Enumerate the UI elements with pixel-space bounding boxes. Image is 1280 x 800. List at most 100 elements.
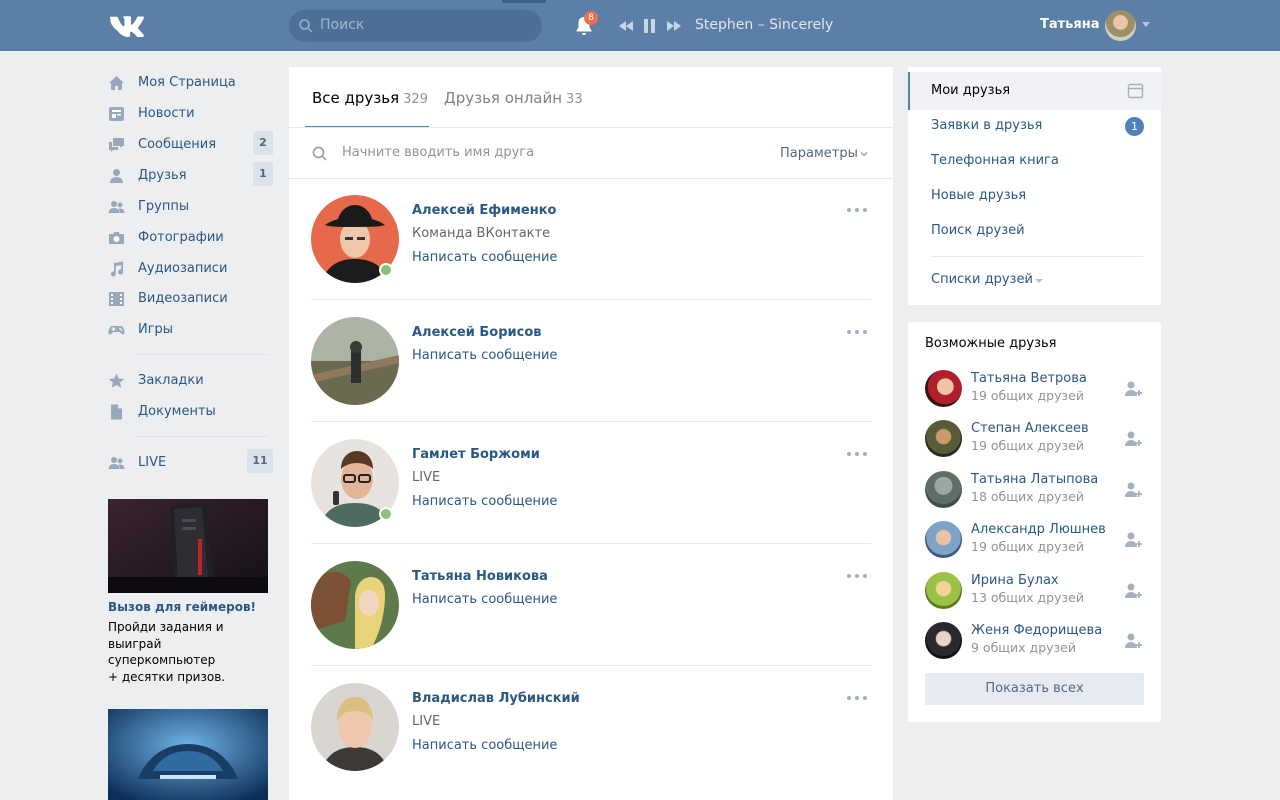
mutual-friends[interactable]: 19 общих друзей <box>971 539 1084 554</box>
mutual-friends[interactable]: 13 общих друзей <box>971 590 1084 605</box>
ad-title[interactable]: Вызов для геймеров! <box>108 600 256 614</box>
sidebar-item-my-page[interactable]: Моя Страница <box>108 69 273 97</box>
chevron-down-icon[interactable] <box>1142 22 1150 27</box>
sidebar-item-live[interactable]: LIVE 11 <box>108 449 273 477</box>
friend-avatar[interactable] <box>311 683 399 771</box>
menu-my-friends[interactable]: Мои друзья <box>931 83 1010 98</box>
avatar[interactable] <box>925 370 962 407</box>
write-message-link[interactable]: Написать сообщение <box>412 348 557 363</box>
vk-logo-icon[interactable] <box>108 13 146 39</box>
menu-new-friends[interactable]: Новые друзья <box>931 188 1026 203</box>
calendar-icon[interactable] <box>1127 82 1144 99</box>
sidebar-divider <box>136 436 268 437</box>
write-message-link[interactable]: Написать сообщение <box>412 592 557 607</box>
possible-friend-name[interactable]: Женя Федорищева <box>971 623 1102 638</box>
more-icon[interactable] <box>846 695 868 701</box>
friend-name[interactable]: Алексей Борисов <box>412 325 542 340</box>
more-icon[interactable] <box>846 573 868 579</box>
friend-name[interactable]: Алексей Ефименко <box>412 203 556 218</box>
sidebar-item-label: Аудиозаписи <box>138 261 228 276</box>
sidebar-item-friends[interactable]: Друзья 1 <box>108 162 273 190</box>
sidebar-item-audio[interactable]: Аудиозаписи <box>108 255 273 283</box>
now-playing-track[interactable]: Stephen – Sincerely <box>695 17 833 33</box>
sidebar-item-news[interactable]: Новости <box>108 100 273 128</box>
avatar[interactable] <box>925 471 962 508</box>
user-name[interactable]: Татьяна <box>1040 17 1100 32</box>
write-message-link[interactable]: Написать сообщение <box>412 250 557 265</box>
tab-friends-online[interactable]: Друзья онлайн 33 <box>444 89 583 107</box>
avatar[interactable] <box>925 572 962 609</box>
friends-count-badge: 1 <box>253 162 273 186</box>
ad-car[interactable] <box>108 709 268 800</box>
sidebar-item-games[interactable]: Игры <box>108 316 273 344</box>
mutual-friends[interactable]: 19 общих друзей <box>971 388 1084 403</box>
sidebar-item-messages[interactable]: Сообщения 2 <box>108 131 273 159</box>
add-friend-icon[interactable] <box>1124 430 1143 448</box>
possible-friend-name[interactable]: Александр Люшнев <box>971 522 1106 537</box>
possible-friend-name[interactable]: Ирина Булах <box>971 573 1059 588</box>
notifications-badge: 8 <box>584 11 598 25</box>
mutual-friends[interactable]: 18 общих друзей <box>971 489 1084 504</box>
add-friend-icon[interactable] <box>1124 632 1143 650</box>
avatar[interactable] <box>925 420 962 457</box>
add-friend-icon[interactable] <box>1124 380 1143 398</box>
possible-friend: Ирина Булах 13 общих друзей <box>925 572 1150 612</box>
add-friend-icon[interactable] <box>1124 481 1143 499</box>
pause-icon[interactable] <box>641 16 657 36</box>
mutual-friends[interactable]: 19 общих друзей <box>971 438 1084 453</box>
more-icon[interactable] <box>846 207 868 213</box>
avatar[interactable] <box>925 622 962 659</box>
chevron-down-icon[interactable] <box>860 150 868 158</box>
possible-friend-name[interactable]: Татьяна Латыпова <box>971 472 1098 487</box>
friend-avatar[interactable] <box>311 317 399 405</box>
ad-text: Пройди задания и выиграй суперкомпьютер … <box>108 619 273 685</box>
friend-name[interactable]: Татьяна Новикова <box>412 569 548 584</box>
possible-friends-title: Возможные друзья <box>925 336 1057 351</box>
sidebar-item-video[interactable]: Видеозаписи <box>108 285 273 313</box>
chevron-down-icon[interactable] <box>1035 279 1043 283</box>
add-friend-icon[interactable] <box>1124 531 1143 549</box>
sidebar-item-photos[interactable]: Фотографии <box>108 224 273 252</box>
next-icon[interactable] <box>666 16 682 36</box>
possible-friend-name[interactable]: Степан Алексеев <box>971 421 1089 436</box>
sidebar-item-groups[interactable]: Группы <box>108 193 273 221</box>
friend-avatar[interactable] <box>311 561 399 649</box>
write-message-link[interactable]: Написать сообщение <box>412 738 557 753</box>
possible-friend: Степан Алексеев 19 общих друзей <box>925 420 1150 460</box>
mutual-friends[interactable]: 9 общих друзей <box>971 640 1076 655</box>
sidebar-item-label: Моя Страница <box>138 75 236 90</box>
sidebar-item-documents[interactable]: Документы <box>108 398 273 426</box>
friend-name[interactable]: Владислав Лубинский <box>412 691 580 706</box>
sidebar-item-bookmarks[interactable]: Закладки <box>108 367 273 395</box>
friend-search-input[interactable]: Начните вводить имя друга <box>342 145 534 160</box>
gamepad-icon <box>108 326 125 335</box>
sidebar-item-label: Документы <box>138 404 216 419</box>
menu-find-friends[interactable]: Поиск друзей <box>931 223 1025 238</box>
messages-count-badge: 2 <box>253 131 273 155</box>
top-header: Поиск 8 Stephen – Sincerely Татьяна <box>0 0 1280 51</box>
ad-text-line: Пройди задания и <box>108 620 224 634</box>
menu-friend-requests[interactable]: Заявки в друзья <box>931 118 1042 133</box>
header-search[interactable]: Поиск <box>289 10 542 42</box>
avatar[interactable] <box>925 521 962 558</box>
friend-name[interactable]: Гамлет Боржоми <box>412 447 540 462</box>
tab-count: 33 <box>566 92 583 107</box>
search-icon <box>312 146 327 161</box>
possible-friend-name[interactable]: Татьяна Ветрова <box>971 371 1087 386</box>
online-indicator <box>379 507 393 521</box>
menu-phone-book[interactable]: Телефонная книга <box>931 153 1059 168</box>
params-dropdown[interactable]: Параметры <box>780 146 858 161</box>
ad-text-line: выиграй <box>108 636 162 651</box>
tab-all-friends[interactable]: Все друзья 329 <box>312 89 428 107</box>
prev-icon[interactable] <box>618 16 634 36</box>
sidebar-item-label: Группы <box>138 199 190 214</box>
add-friend-icon[interactable] <box>1124 582 1143 600</box>
possible-friend: Александр Люшнев 19 общих друзей <box>925 521 1150 561</box>
show-all-button[interactable]: Показать всех <box>925 673 1144 705</box>
menu-friend-lists[interactable]: Списки друзей <box>931 272 1033 287</box>
user-avatar[interactable] <box>1105 10 1136 41</box>
more-icon[interactable] <box>846 329 868 335</box>
more-icon[interactable] <box>846 451 868 457</box>
friend-row: Владислав Лубинский LIVE Написать сообще… <box>311 683 871 800</box>
write-message-link[interactable]: Написать сообщение <box>412 494 557 509</box>
